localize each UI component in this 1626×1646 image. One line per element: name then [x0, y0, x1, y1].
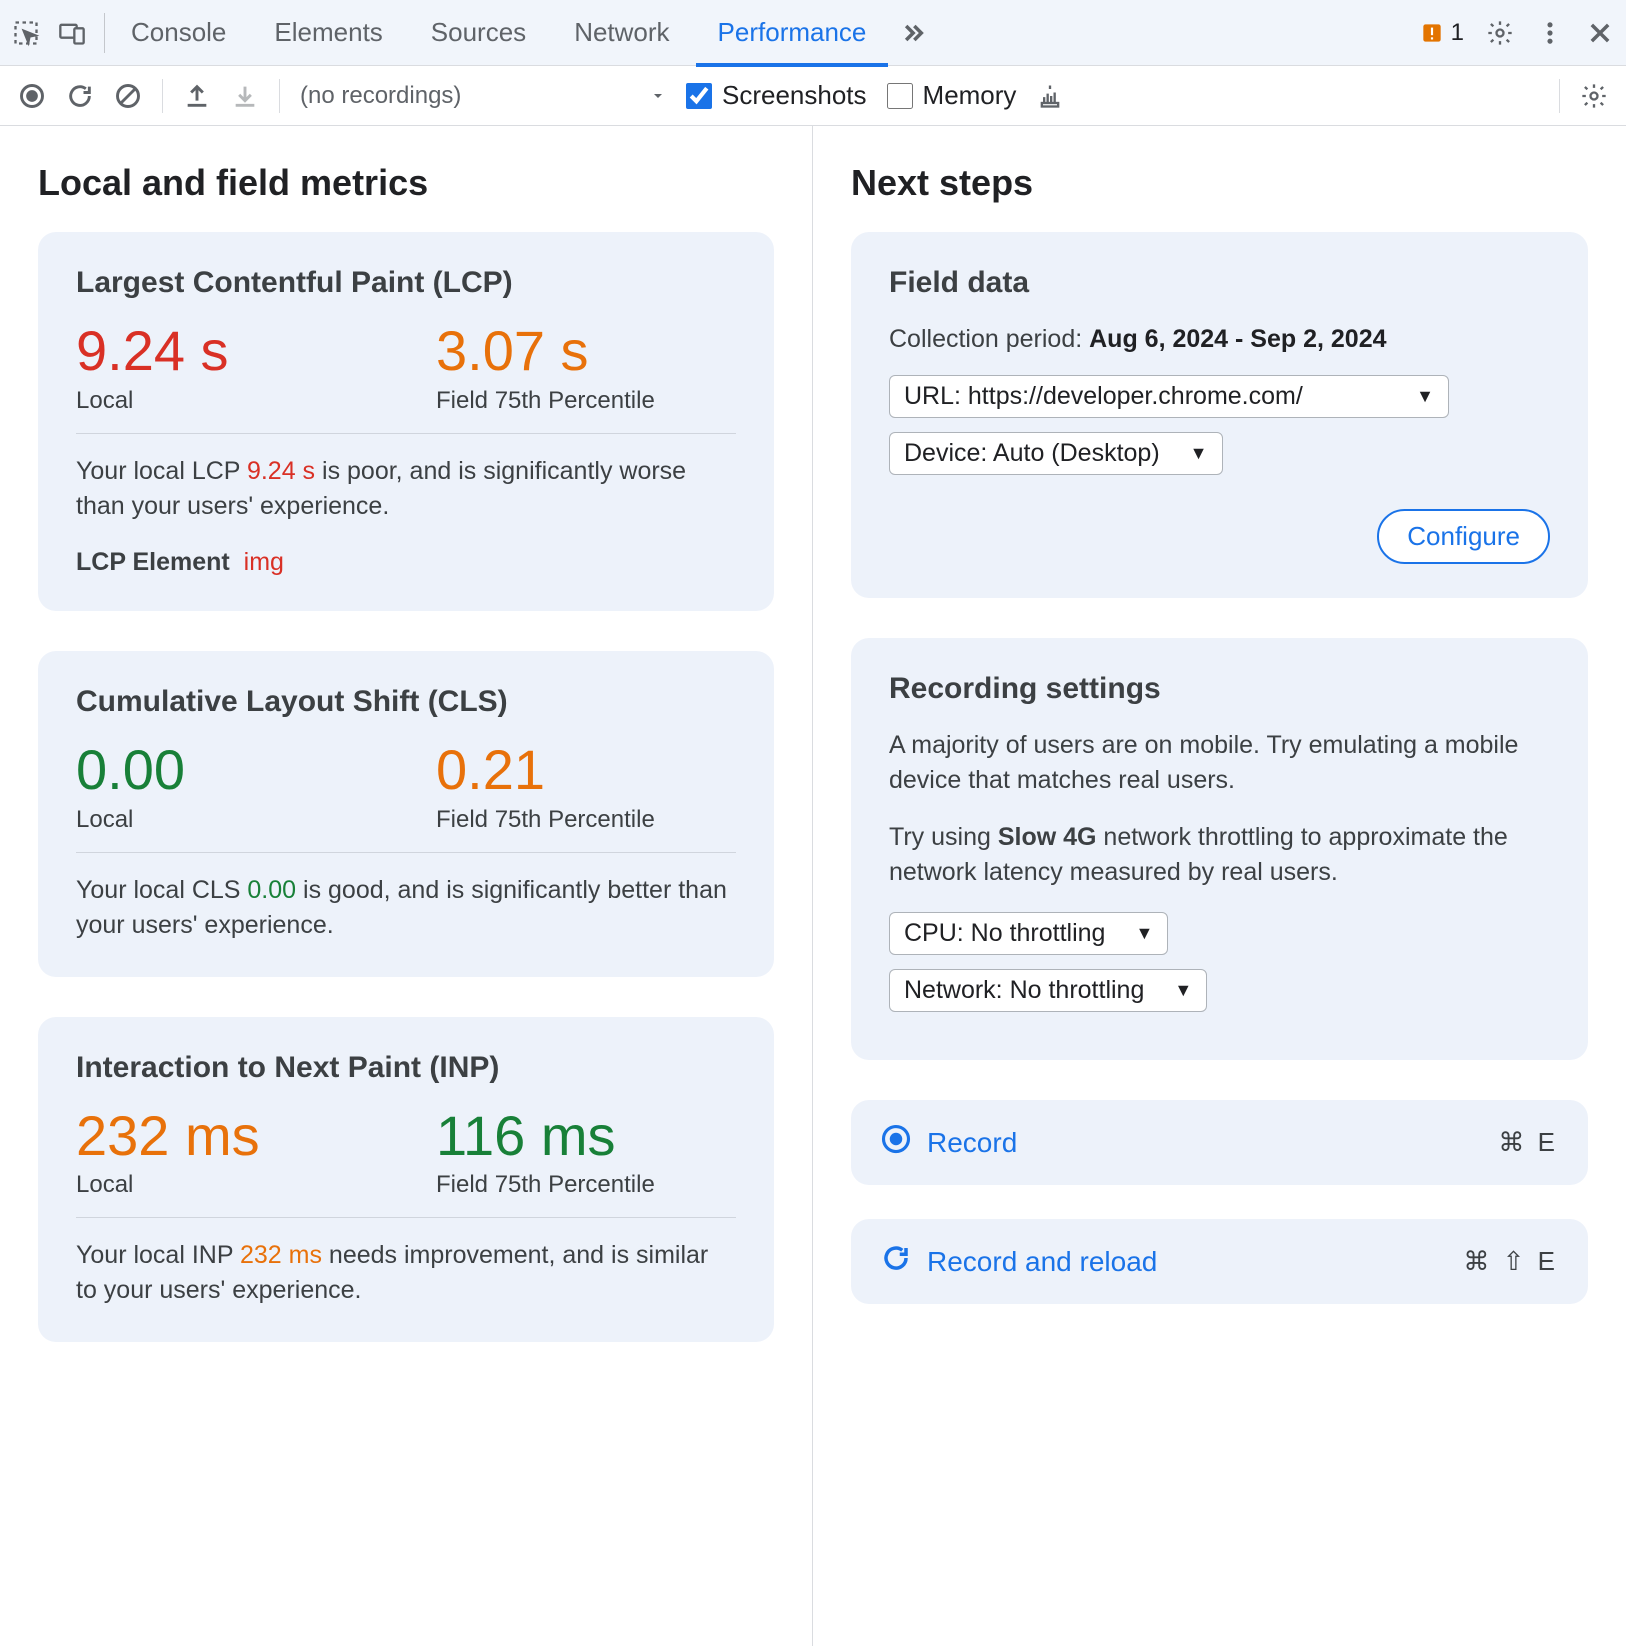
screenshots-checkbox[interactable]: Screenshots: [686, 80, 867, 111]
left-section-title: Local and field metrics: [38, 162, 774, 204]
cls-title: Cumulative Layout Shift (CLS): [76, 685, 736, 719]
field-data-card: Field data Collection period: Aug 6, 202…: [851, 232, 1588, 598]
inspect-icon[interactable]: [12, 19, 40, 47]
lcp-local-value: 9.24 s: [76, 322, 376, 381]
lcp-title: Largest Contentful Paint (LCP): [76, 266, 736, 300]
reload-icon[interactable]: [66, 82, 94, 110]
more-vert-icon[interactable]: [1536, 19, 1564, 47]
lcp-card: Largest Contentful Paint (LCP) 9.24 s Lo…: [38, 232, 774, 611]
devtools-tabbar: Console Elements Sources Network Perform…: [0, 0, 1626, 66]
close-icon[interactable]: [1586, 19, 1614, 47]
lcp-local-label: Local: [76, 387, 376, 415]
reload-arrow-icon: [881, 1243, 911, 1280]
device-select[interactable]: Device: Auto (Desktop) ▼: [889, 432, 1223, 475]
tab-network[interactable]: Network: [552, 0, 691, 66]
record-dot-icon: [881, 1124, 911, 1161]
cls-field-label: Field 75th Percentile: [436, 806, 736, 834]
recording-settings-card: Recording settings A majority of users a…: [851, 638, 1588, 1060]
inp-field-value: 116 ms: [436, 1107, 736, 1166]
panel-settings-gear-icon[interactable]: [1580, 82, 1608, 110]
inp-description: Your local INP 232 ms needs improvement,…: [76, 1238, 736, 1308]
upload-icon[interactable]: [183, 82, 211, 110]
tab-performance[interactable]: Performance: [696, 0, 889, 66]
warnings-badge[interactable]: 1: [1419, 19, 1464, 47]
collection-period: Collection period: Aug 6, 2024 - Sep 2, …: [889, 322, 1550, 357]
cls-local-label: Local: [76, 806, 376, 834]
cls-card: Cumulative Layout Shift (CLS) 0.00 Local…: [38, 651, 774, 977]
inp-local-label: Local: [76, 1171, 376, 1199]
record-shortcut: ⌘ E: [1498, 1127, 1558, 1158]
cls-local-value: 0.00: [76, 741, 376, 800]
performance-toolbar: (no recordings) Screenshots Memory: [0, 66, 1626, 126]
record-reload-shortcut: ⌘ ⇧ E: [1463, 1246, 1558, 1277]
record-label: Record: [927, 1127, 1017, 1159]
tab-console[interactable]: Console: [109, 0, 248, 66]
recording-settings-title: Recording settings: [889, 672, 1550, 706]
warnings-count: 1: [1451, 19, 1464, 47]
record-action[interactable]: Record ⌘ E: [851, 1100, 1588, 1185]
device-toggle-icon[interactable]: [58, 19, 86, 47]
cpu-throttle-select[interactable]: CPU: No throttling ▼: [889, 912, 1168, 955]
lcp-field-label: Field 75th Percentile: [436, 387, 736, 415]
memory-checkbox[interactable]: Memory: [887, 80, 1017, 111]
lcp-field-value: 3.07 s: [436, 322, 736, 381]
record-reload-action[interactable]: Record and reload ⌘ ⇧ E: [851, 1219, 1588, 1304]
cls-description: Your local CLS 0.00 is good, and is sign…: [76, 873, 736, 943]
settings-gear-icon[interactable]: [1486, 19, 1514, 47]
tab-elements[interactable]: Elements: [252, 0, 404, 66]
tab-sources[interactable]: Sources: [409, 0, 548, 66]
clear-icon[interactable]: [114, 82, 142, 110]
network-throttle-select[interactable]: Network: No throttling ▼: [889, 969, 1207, 1012]
recordings-dropdown[interactable]: (no recordings): [300, 82, 666, 110]
cls-field-value: 0.21: [436, 741, 736, 800]
configure-button[interactable]: Configure: [1377, 509, 1550, 564]
collect-garbage-icon[interactable]: [1036, 82, 1064, 110]
field-data-title: Field data: [889, 266, 1550, 300]
record-reload-label: Record and reload: [927, 1246, 1157, 1278]
recording-p1: A majority of users are on mobile. Try e…: [889, 728, 1550, 798]
inp-field-label: Field 75th Percentile: [436, 1171, 736, 1199]
recording-p2: Try using Slow 4G network throttling to …: [889, 820, 1550, 890]
lcp-description: Your local LCP 9.24 s is poor, and is si…: [76, 454, 736, 524]
inp-local-value: 232 ms: [76, 1107, 376, 1166]
record-circle-icon[interactable]: [18, 82, 46, 110]
more-tabs-icon[interactable]: [892, 19, 932, 47]
download-icon[interactable]: [231, 82, 259, 110]
url-select[interactable]: URL: https://developer.chrome.com/ ▼: [889, 375, 1449, 418]
inp-title: Interaction to Next Paint (INP): [76, 1051, 736, 1085]
inp-card: Interaction to Next Paint (INP) 232 ms L…: [38, 1017, 774, 1343]
right-section-title: Next steps: [851, 162, 1588, 204]
lcp-element-row[interactable]: LCP Element img: [76, 548, 736, 577]
